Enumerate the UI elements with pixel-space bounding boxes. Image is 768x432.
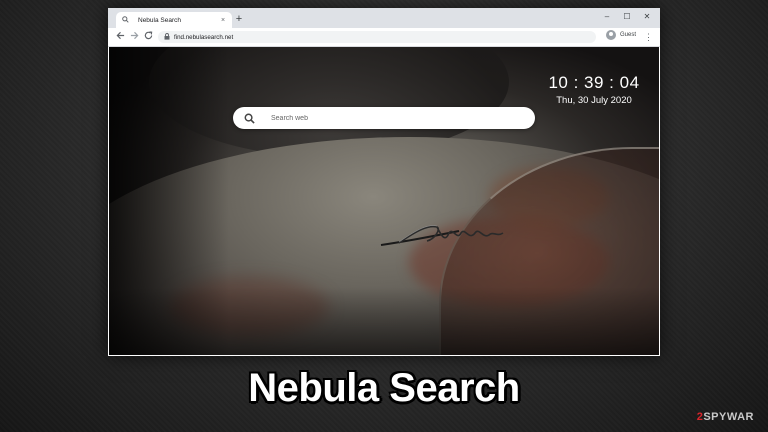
profile-label: Guest	[620, 32, 637, 38]
clock-time: 10 : 39 : 04	[548, 73, 640, 92]
car-emblem-image	[380, 225, 504, 246]
reload-button[interactable]	[142, 31, 154, 43]
browser-window: Nebula Search × + – ☐ ✕ find.nebulasearc…	[108, 8, 660, 356]
watermark-brand: SPYWAR	[703, 411, 754, 423]
caption-title: Nebula Search	[248, 366, 520, 410]
forward-button[interactable]	[128, 31, 140, 43]
clock-widget: 10 : 39 : 04 Thu, 30 July 2020	[539, 73, 649, 106]
menu-button[interactable]: ⋮	[644, 31, 653, 43]
arrow-right-icon	[130, 31, 138, 40]
search-input[interactable]	[269, 113, 513, 123]
tab-nebula-search[interactable]: Nebula Search ×	[116, 12, 232, 28]
new-tab-button[interactable]: +	[232, 12, 246, 26]
back-button[interactable]	[114, 31, 126, 43]
new-tab-page: 10 : 39 : 04 Thu, 30 July 2020	[109, 47, 659, 355]
close-tab-icon[interactable]: ×	[218, 17, 228, 24]
address-bar[interactable]: find.nebulasearch.net	[158, 31, 596, 43]
close-window-button[interactable]: ✕	[640, 11, 654, 23]
search-bar[interactable]	[233, 107, 535, 129]
maximize-button[interactable]: ☐	[620, 11, 634, 23]
url-text: find.nebulasearch.net	[174, 33, 234, 41]
minimize-button[interactable]: –	[600, 11, 614, 23]
watermark-logo: 2SPYWAR	[697, 411, 754, 423]
arrow-left-icon	[116, 31, 124, 40]
reload-icon	[144, 31, 152, 40]
lock-icon	[164, 32, 170, 42]
vignette	[109, 287, 659, 355]
avatar-icon	[606, 30, 616, 40]
browser-toolbar: find.nebulasearch.net Guest ⋮	[108, 28, 660, 47]
search-icon	[122, 15, 136, 25]
tab-title: Nebula Search	[138, 16, 181, 24]
search-icon[interactable]	[237, 113, 261, 124]
tab-bar: Nebula Search × + – ☐ ✕	[108, 8, 660, 28]
profile-button[interactable]: Guest	[606, 30, 636, 40]
clock-date: Thu, 30 July 2020	[556, 95, 632, 106]
